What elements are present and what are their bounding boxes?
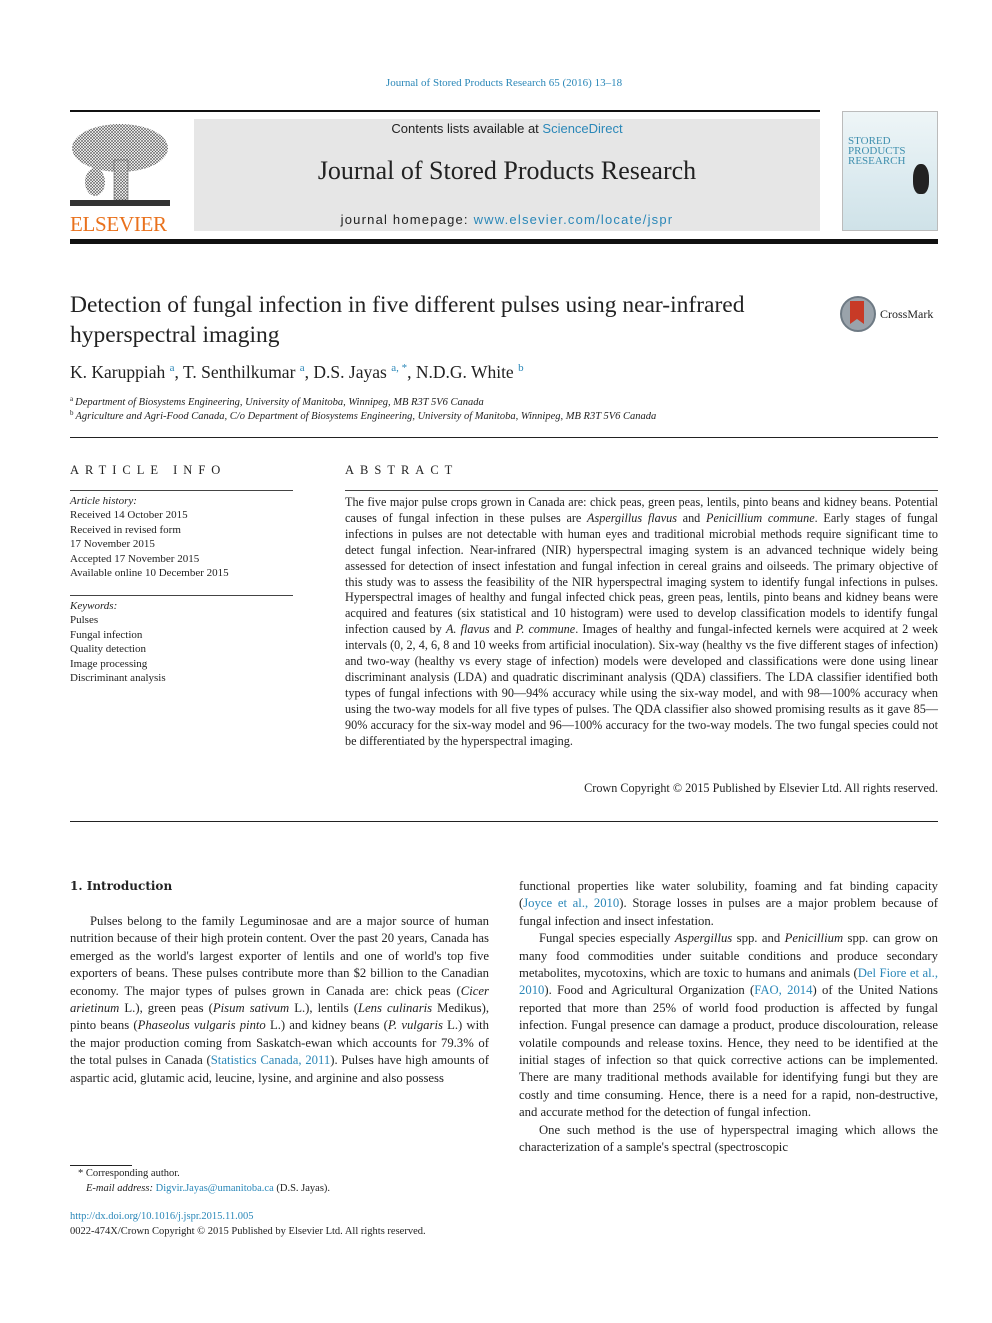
keywords-label: Keywords: (70, 600, 118, 612)
keyword: Pulses (70, 614, 99, 627)
sciencedirect-link[interactable]: ScienceDirect (542, 121, 622, 136)
text-run: spp. and (732, 931, 785, 946)
affiliation: a Department of Biosystems Engineering, U… (70, 395, 484, 408)
text-run: Fungal species especially (539, 931, 675, 946)
author-affiliation-marker[interactable]: b (518, 362, 524, 374)
article-info-heading: ARTICLE INFO (70, 463, 227, 477)
header-top-rule (70, 110, 820, 112)
section-heading-introduction: 1. Introduction (70, 879, 173, 893)
author-name[interactable]: D.S. Jayas (313, 362, 386, 382)
abstract-copyright: Crown Copyright © 2015 Published by Else… (584, 781, 938, 795)
author-list: K. Karuppiah a, T. Senthilkumar a, D.S. … (70, 362, 524, 382)
keyword: Image processing (70, 657, 148, 670)
paragraph: Pulses belong to the family Leguminosae … (70, 913, 489, 1087)
history-entry: 17 November 2015 (70, 538, 155, 551)
beetle-icon (913, 164, 929, 194)
citation-link[interactable]: Joyce et al., 2010 (523, 896, 619, 910)
history-entry: Received 14 October 2015 (70, 509, 188, 522)
text-run: One such method is the use of hyperspect… (519, 1122, 938, 1155)
keyword: Discriminant analysis (70, 672, 166, 685)
history-entry: Accepted 17 November 2015 (70, 552, 200, 565)
article-history-label: Article history: (70, 495, 137, 507)
text-run: . Early stages of fungal infections in p… (345, 510, 938, 637)
keyword: Fungal infection (70, 628, 143, 641)
italic-text: P. commune (515, 622, 576, 637)
keyword: Quality detection (70, 643, 147, 656)
doi-link[interactable]: http://dx.doi.org/10.1016/j.jspr.2015.11… (70, 1211, 253, 1222)
italic-text: Penicillium (784, 931, 844, 946)
citation-link[interactable]: FAO, 2014 (754, 983, 812, 997)
author-affiliation-marker[interactable]: a (170, 362, 175, 374)
homepage-prefix: journal homepage: (340, 212, 474, 227)
italic-text: Phaseolus vulgaris pinto (137, 1018, 266, 1033)
italic-text: Aspergillus (674, 931, 733, 946)
header-bottom-rule (70, 239, 938, 244)
text-run: ) of the United Nations reported that mo… (519, 983, 938, 1120)
italic-text: A. flavus (445, 622, 490, 637)
italic-text: Lens culinaris (357, 1001, 433, 1016)
crossmark-label: CrossMark (880, 307, 934, 321)
corresponding-author-note: * Corresponding author. (78, 1168, 180, 1179)
footnote: * Corresponding author. E-mail address: … (78, 1166, 330, 1196)
text-run: ). Food and Agricultural Organization ( (544, 983, 755, 998)
citation-link[interactable]: Statistics Canada, 2011 (211, 1053, 330, 1067)
divider (345, 490, 938, 491)
keywords: Keywords: Pulses Fungal infection Qualit… (70, 599, 166, 685)
divider (70, 595, 293, 596)
affiliation-text: Agriculture and Agri-Food Canada, C/o De… (75, 411, 657, 422)
elsevier-logo[interactable]: ELSEVIER (70, 120, 190, 236)
text-run: and (489, 622, 516, 637)
elsevier-tree-icon (70, 124, 170, 206)
author-affiliation-marker[interactable]: a, * (391, 362, 407, 374)
italic-text: P. vulgaris (387, 1018, 443, 1033)
author-name[interactable]: N.D.G. White (416, 362, 514, 382)
affiliation-text: Department of Biosystems Engineering, Un… (75, 397, 484, 408)
text-run: L.), lentils ( (289, 1001, 358, 1016)
homepage-line: journal homepage: www.elsevier.com/locat… (194, 212, 820, 227)
body-column-right: functional properties like water solubil… (519, 878, 938, 1157)
article-title: Detection of fungal infection in five di… (70, 292, 745, 348)
contents-prefix: Contents lists available at (391, 121, 543, 136)
history-entry: Received in revised form (70, 523, 181, 536)
text-run: . Images of healthy and fungal-infected … (345, 622, 939, 748)
divider (70, 821, 938, 822)
issn-copyright: 0022-474X/Crown Copyright © 2015 Publish… (70, 1226, 426, 1237)
divider (70, 490, 293, 491)
paragraph: Fungal species especially Aspergillus sp… (519, 930, 938, 1121)
email-suffix: (D.S. Jayas). (273, 1183, 331, 1194)
body-column-left: Pulses belong to the family Leguminosae … (70, 913, 489, 1087)
journal-header-box: Contents lists available at ScienceDirec… (194, 119, 820, 231)
author-affiliation-marker[interactable]: a (300, 362, 305, 374)
paragraph: One such method is the use of hyperspect… (519, 1122, 938, 1157)
author-name[interactable]: T. Senthilkumar (183, 362, 295, 382)
paragraph: functional properties like water solubil… (519, 878, 938, 930)
italic-text: Penicillium commune (706, 510, 815, 525)
text-run: L.), green peas ( (119, 1001, 213, 1016)
divider (70, 437, 938, 438)
text-run: and (676, 510, 706, 525)
italic-text: Aspergillus flavus (587, 510, 677, 525)
affiliation-marker: a (70, 395, 74, 403)
text-run: L.) and kidney beans ( (265, 1018, 388, 1033)
abstract-heading: ABSTRACT (345, 463, 459, 477)
article-history: Article history: Received 14 October 201… (70, 494, 229, 580)
affiliation-marker: b (70, 409, 74, 417)
email-link[interactable]: Digvir.Jayas@umanitoba.ca (156, 1183, 274, 1194)
text-run: Pulses belong to the family Leguminosae … (70, 914, 489, 998)
email-label: E-mail address: (86, 1183, 156, 1194)
abstract-text: The five major pulse crops grown in Cana… (345, 495, 938, 750)
homepage-link[interactable]: www.elsevier.com/locate/jspr (474, 212, 674, 227)
history-entry: Available online 10 December 2015 (70, 567, 229, 580)
elsevier-wordmark: ELSEVIER (70, 212, 167, 236)
italic-text: Pisum sativum (212, 1001, 290, 1016)
author-name[interactable]: K. Karuppiah (70, 362, 165, 382)
crossmark-button[interactable]: CrossMark (840, 296, 940, 336)
affiliation: b Agriculture and Agri-Food Canada, C/o D… (70, 409, 656, 422)
journal-title: Journal of Stored Products Research (317, 156, 697, 185)
contents-line: Contents lists available at ScienceDirec… (194, 121, 820, 136)
journal-reference[interactable]: Journal of Stored Products Research 65 (… (0, 77, 992, 89)
journal-cover-image[interactable]: STORED PRODUCTS RESEARCH (842, 111, 938, 231)
cover-title: STORED PRODUCTS RESEARCH (848, 136, 906, 167)
cover-title-line: RESEARCH (848, 155, 906, 167)
